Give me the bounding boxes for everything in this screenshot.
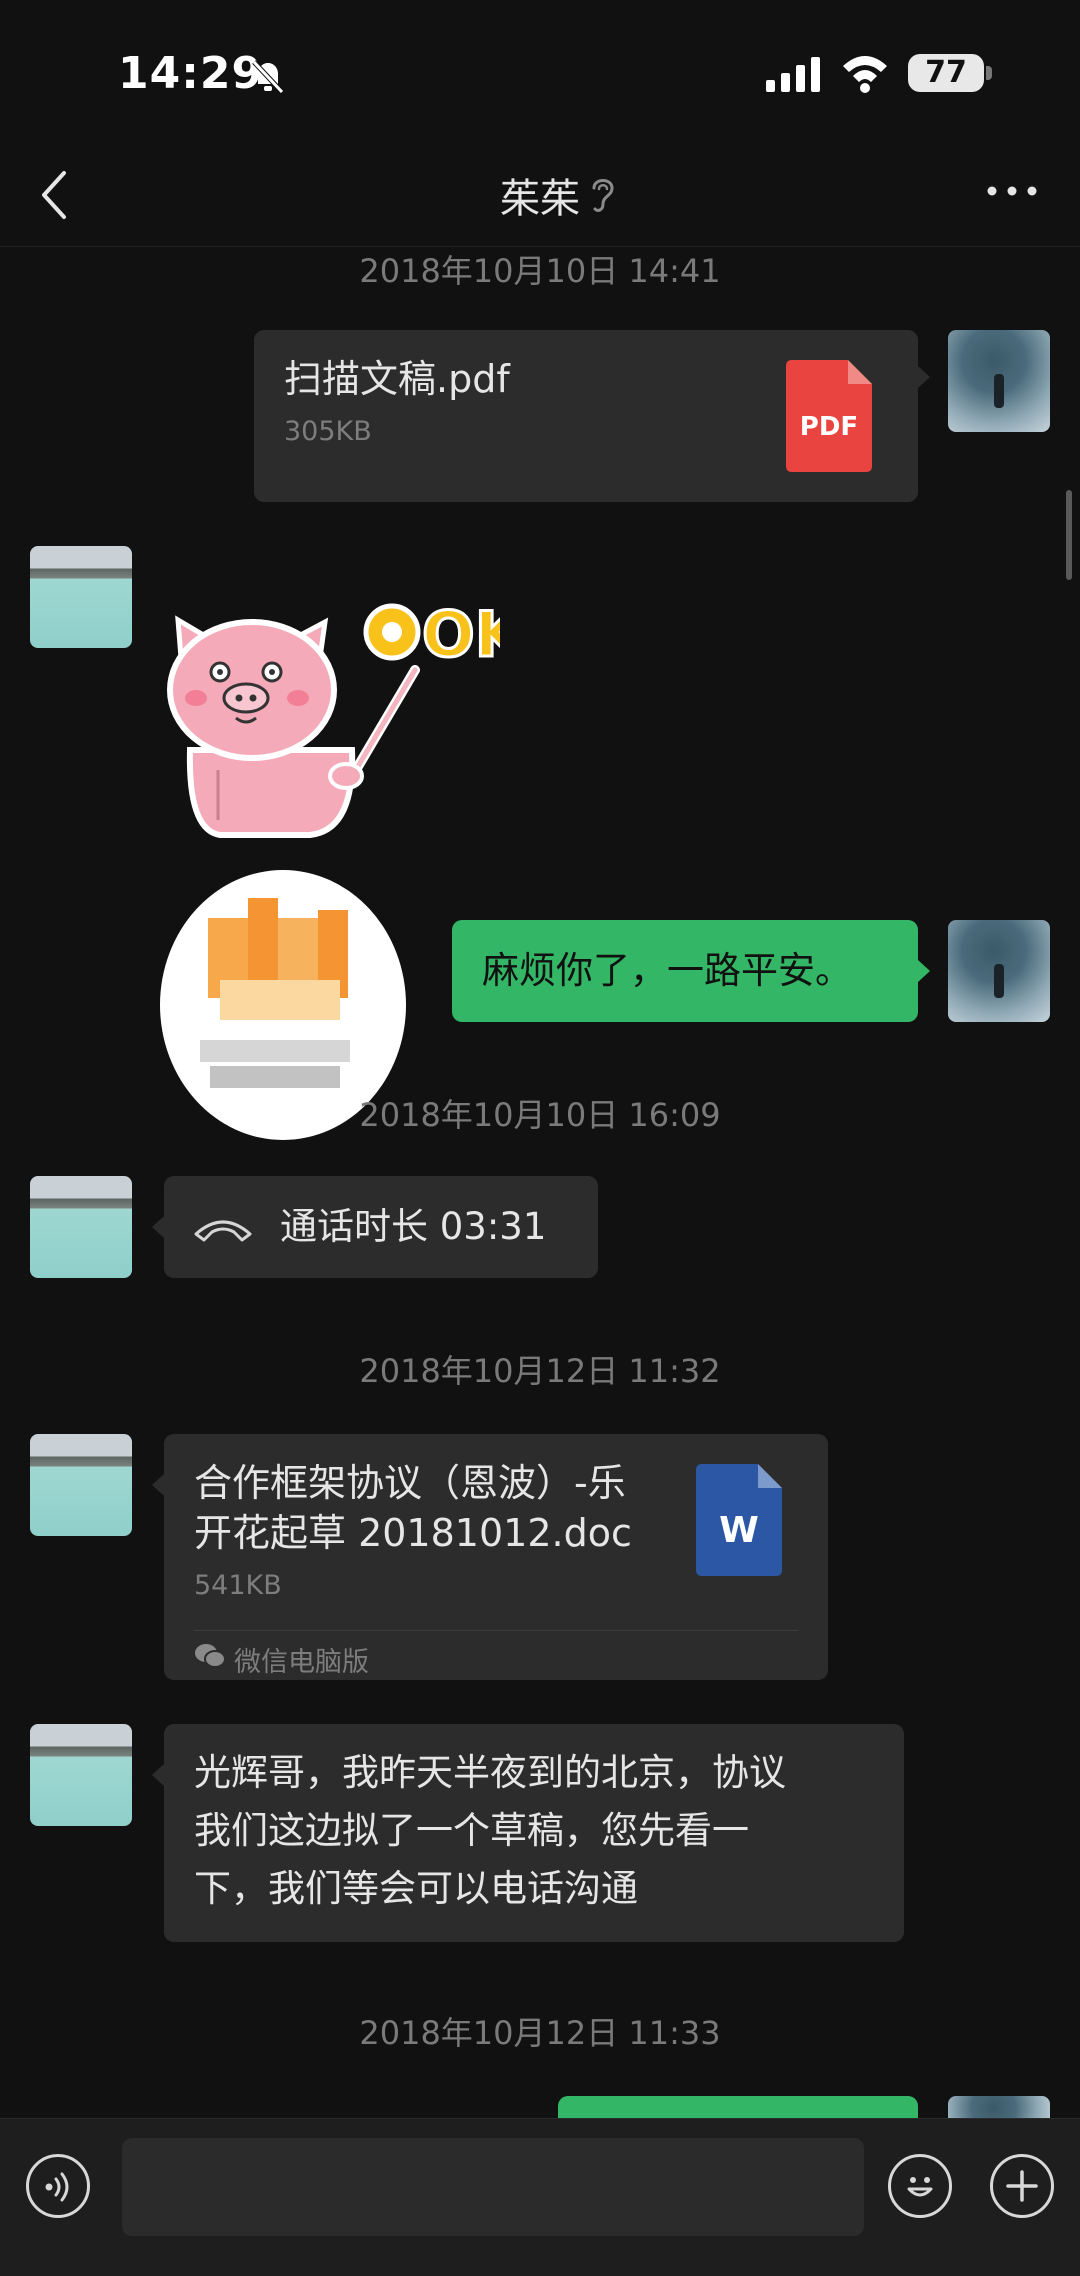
pixel-block	[210, 1066, 340, 1088]
contact-avatar[interactable]	[30, 1434, 132, 1536]
bubble-tail	[152, 1216, 164, 1238]
file-name-line2: 开花起草 20181012.doc	[194, 1511, 632, 1555]
bubble-tail	[152, 1474, 164, 1496]
pixel-block	[200, 1040, 350, 1062]
timestamp: 2018年10月10日 14:41	[359, 252, 721, 290]
source-label: 微信电脑版	[234, 1647, 369, 1678]
timestamp: 2018年10月12日 11:33	[359, 2014, 721, 2052]
timestamp: 2018年10月10日 16:09	[359, 1096, 721, 1134]
pdf-badge: PDF	[799, 412, 859, 442]
scrollbar-thumb[interactable]	[1066, 490, 1072, 580]
file-size: 541KB	[194, 1570, 282, 1601]
bubble-tail	[152, 1764, 164, 1786]
contact-avatar[interactable]	[30, 1176, 132, 1278]
more-dots-icon[interactable]	[984, 180, 1040, 202]
timestamp: 2018年10月12日 11:32	[359, 1352, 721, 1390]
text-message-outgoing[interactable]: 麻烦你了，一路平安。	[452, 920, 918, 1022]
voice-icon	[45, 2172, 69, 2202]
pixel-block	[220, 980, 340, 1020]
my-avatar[interactable]	[948, 330, 1050, 432]
emoji-icon	[907, 2177, 933, 2197]
phone-icon	[194, 1220, 252, 1242]
battery-indicator: 77	[908, 54, 984, 92]
text-message-incoming[interactable]: 光辉哥，我昨天半夜到的北京，协议 我们这边拟了一个草稿，您先看一 下，我们等会可…	[164, 1724, 904, 1942]
bubble-tail	[918, 960, 930, 982]
sticker-ok-text: OK	[422, 598, 500, 671]
contact-name: 茱茱	[500, 176, 580, 222]
ear-icon	[592, 179, 614, 212]
divider	[194, 1630, 798, 1631]
file-name-line1: 合作框架协议（恩波）-乐	[194, 1461, 626, 1505]
contact-avatar[interactable]	[30, 1724, 132, 1826]
chat-title: 茱茱	[0, 166, 1080, 224]
wifi-icon	[843, 56, 887, 93]
my-avatar[interactable]	[948, 920, 1050, 1022]
message-input[interactable]	[122, 2138, 864, 2236]
file-name: 扫描文稿.pdf	[284, 357, 510, 401]
call-record-message[interactable]: 通话时长 03:31	[164, 1176, 598, 1278]
file-message-doc[interactable]: 合作框架协议（恩波）-乐 开花起草 20181012.doc 541KB W 微…	[164, 1434, 828, 1680]
message-line: 下，我们等会可以电话沟通	[194, 1867, 638, 1910]
bubble-tail	[918, 366, 930, 388]
pig-ok-sticker[interactable]: OK	[160, 580, 500, 840]
battery-tip	[986, 66, 992, 80]
plus-icon	[1006, 2170, 1038, 2202]
bell-muted-icon	[252, 60, 284, 94]
message-line: 我们这边拟了一个草稿，您先看一	[194, 1809, 749, 1852]
message-text: 麻烦你了，一路平安。	[482, 949, 852, 992]
file-message-pdf[interactable]: 扫描文稿.pdf 305KB PDF	[254, 330, 918, 502]
contact-avatar[interactable]	[30, 546, 132, 648]
voice-button[interactable]	[26, 2154, 90, 2218]
status-time: 14:29	[118, 48, 264, 99]
wechat-icon	[195, 1644, 226, 1668]
emoji-button[interactable]	[888, 2154, 952, 2218]
word-badge: W	[719, 1510, 759, 1551]
plus-button[interactable]	[990, 2154, 1054, 2218]
message-line: 光辉哥，我昨天半夜到的北京，协议	[194, 1751, 786, 1794]
file-size: 305KB	[284, 416, 372, 447]
cellular-signal-icon	[766, 57, 820, 92]
call-duration-text: 通话时长 03:31	[280, 1205, 547, 1248]
